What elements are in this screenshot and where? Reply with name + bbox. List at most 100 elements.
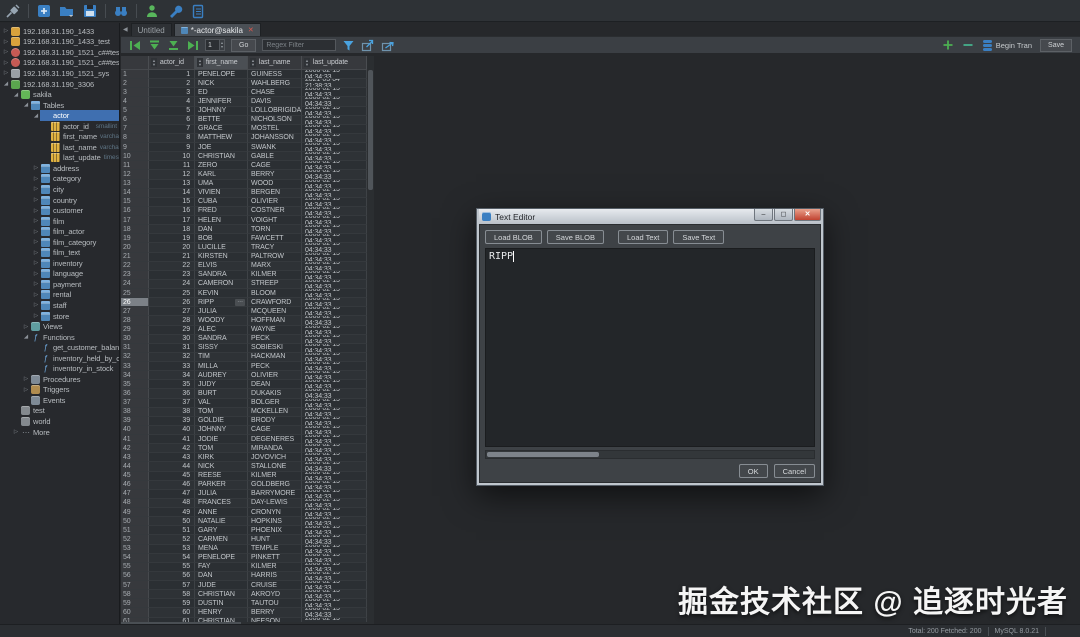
table-row[interactable]: 44JENNIFERDAVIS2006-02-15 04:34:33 [121, 97, 367, 106]
last-row-icon[interactable] [186, 39, 199, 52]
cell-first_name[interactable]: NICK [195, 462, 248, 471]
cell-actor_id[interactable]: 5 [149, 107, 195, 116]
column-header-actor-id[interactable]: ▲▼ actor_id [149, 56, 195, 70]
add-row-icon[interactable] [942, 39, 954, 51]
table-row[interactable]: 1414VIVIENBERGEN2006-02-15 04:34:33 [121, 189, 367, 198]
cell-first_name[interactable]: JOHNNY [195, 426, 248, 435]
open-editor-ellipsis-button[interactable]: … [235, 299, 245, 306]
cell-first_name[interactable]: PARKER [195, 481, 248, 490]
tree-item-film-category[interactable]: ▷film_category [0, 237, 119, 248]
row-number-cell[interactable]: 43 [121, 453, 149, 462]
tree-item-procedures[interactable]: ▷Procedures [0, 374, 119, 385]
scrollbar-thumb[interactable] [487, 452, 599, 457]
sort-icon[interactable]: ▲▼ [304, 58, 310, 66]
table-row[interactable]: 5757JUDECRUISE2006-02-15 04:34:33 [121, 581, 367, 590]
table-row[interactable]: 6060HENRYBERRY2006-02-15 04:34:33 [121, 608, 367, 617]
minimize-button[interactable]: – [754, 209, 773, 221]
cell-last_name[interactable]: SWANK [248, 143, 302, 152]
table-row[interactable]: 1818DANTORN2006-02-15 04:34:33 [121, 225, 367, 234]
expander-open-icon[interactable]: ◢ [2, 81, 10, 87]
tree-item-language[interactable]: ▷language [0, 269, 119, 280]
row-number-cell[interactable]: 18 [121, 225, 149, 234]
table-row[interactable]: 2929ALECWAYNE2006-02-15 04:34:33 [121, 326, 367, 335]
row-number-cell[interactable]: 49 [121, 508, 149, 517]
row-number-cell[interactable]: 17 [121, 216, 149, 225]
tree-item-body[interactable]: 192.168.31.190_1521_c##test2 [10, 58, 119, 69]
cell-first_name[interactable]: JUDE [195, 581, 248, 590]
row-number-cell[interactable]: 50 [121, 517, 149, 526]
tree-item-body[interactable]: Procedures [30, 374, 119, 385]
cell-last_update[interactable]: 2006-02-15 04:34:33 [302, 97, 367, 106]
cell-last_name[interactable]: BERRY [248, 170, 302, 179]
expander-closed-icon[interactable]: ▷ [32, 186, 40, 192]
cell-actor_id[interactable]: 41 [149, 435, 195, 444]
cell-first_name[interactable]: BETTE [195, 116, 248, 125]
row-number-cell[interactable]: 11 [121, 161, 149, 170]
cell-actor_id[interactable]: 8 [149, 134, 195, 143]
cell-last_update[interactable]: 2006-02-15 04:34:33 [302, 298, 367, 307]
cell-first_name[interactable]: SISSY [195, 344, 248, 353]
expander-closed-icon[interactable]: ▷ [32, 165, 40, 171]
expander-closed-icon[interactable]: ▷ [32, 271, 40, 277]
cell-last_update[interactable]: 2006-02-15 04:34:33 [302, 380, 367, 389]
query-list-icon[interactable] [190, 3, 206, 19]
delete-row-icon[interactable] [962, 39, 974, 51]
cell-last_update[interactable]: 2006-02-15 04:34:33 [302, 599, 367, 608]
cell-first_name[interactable]: MATTHEW [195, 134, 248, 143]
cell-last_name[interactable]: NICHOLSON [248, 116, 302, 125]
tree-item-body[interactable]: ƒget_customer_balance [40, 342, 119, 353]
cell-first_name[interactable]: CUBA [195, 198, 248, 207]
cell-first_name[interactable]: REESE [195, 472, 248, 481]
tree-item-body[interactable]: world [20, 416, 119, 427]
tree-item-body[interactable]: rental [40, 290, 119, 301]
table-row[interactable]: 22NICKWAHLBERG2021-03-04 21:38:33 [121, 79, 367, 88]
row-number-cell[interactable]: 2 [121, 79, 149, 88]
column-header-last-update[interactable]: ▲▼ last_update [302, 56, 367, 70]
cell-last_name[interactable]: PECK [248, 335, 302, 344]
cell-first_name[interactable]: MILLA [195, 362, 248, 371]
filter-funnel-icon[interactable] [342, 39, 355, 52]
table-row[interactable]: 1111ZEROCAGE2006-02-15 04:34:33 [121, 161, 367, 170]
cell-first_name[interactable]: TOM [195, 444, 248, 453]
tree-item-test[interactable]: test [0, 406, 119, 417]
row-number-cell[interactable]: 53 [121, 545, 149, 554]
table-row[interactable]: 4646PARKERGOLDBERG2006-02-15 04:34:33 [121, 481, 367, 490]
cell-first_name[interactable]: ED [195, 88, 248, 97]
cell-last_name[interactable]: TORN [248, 225, 302, 234]
expander-closed-icon[interactable]: ▷ [32, 260, 40, 266]
row-number-cell[interactable]: 7 [121, 125, 149, 134]
expander-closed-icon[interactable]: ▷ [2, 60, 10, 66]
cell-actor_id[interactable]: 35 [149, 380, 195, 389]
table-row[interactable]: 2121KIRSTENPALTROW2006-02-15 04:34:33 [121, 253, 367, 262]
cell-last_name[interactable]: DEGENERES [248, 435, 302, 444]
cell-actor_id[interactable]: 16 [149, 207, 195, 216]
cell-actor_id[interactable]: 56 [149, 572, 195, 581]
row-number-cell[interactable]: 38 [121, 408, 149, 417]
table-row[interactable]: 2727JULIAMCQUEEN2006-02-15 04:34:33 [121, 307, 367, 316]
cell-last_name[interactable]: BLOOM [248, 289, 302, 298]
load-blob-button[interactable]: Load BLOB [485, 230, 542, 244]
row-number-cell[interactable]: 5 [121, 107, 149, 116]
cell-first_name[interactable]: SANDRA [195, 271, 248, 280]
expander-closed-icon[interactable]: ▷ [2, 39, 10, 45]
cell-last_name[interactable]: PALTROW [248, 253, 302, 262]
expander-closed-icon[interactable]: ▷ [32, 176, 40, 182]
table-row[interactable]: 5959DUSTINTAUTOU2006-02-15 04:34:33 [121, 599, 367, 608]
table-row[interactable]: 3939GOLDIEBRODY2006-02-15 04:34:33 [121, 417, 367, 426]
tree-item-body[interactable]: Events [30, 395, 119, 406]
table-row[interactable]: 1616FREDCOSTNER2006-02-15 04:34:33 [121, 207, 367, 216]
cell-actor_id[interactable]: 46 [149, 481, 195, 490]
cell-last_name[interactable]: KILMER [248, 472, 302, 481]
table-row[interactable]: 5656DANHARRIS2006-02-15 04:34:33 [121, 572, 367, 581]
cancel-button[interactable]: Cancel [774, 464, 815, 478]
cell-first_name[interactable]: UMA [195, 180, 248, 189]
row-number-cell[interactable]: 59 [121, 599, 149, 608]
table-row[interactable]: 1010CHRISTIANGABLE2006-02-15 04:34:33 [121, 152, 367, 161]
expander-closed-icon[interactable]: ▷ [22, 376, 30, 382]
tree-item-views[interactable]: ▷Views [0, 321, 119, 332]
tab-scroll-left-icon[interactable]: ◀ [123, 26, 128, 33]
tree-item-body[interactable]: city [40, 184, 119, 195]
cell-actor_id[interactable]: 57 [149, 581, 195, 590]
row-number-cell[interactable]: 36 [121, 389, 149, 398]
cell-last_update[interactable]: 2006-02-15 04:34:33 [302, 116, 367, 125]
